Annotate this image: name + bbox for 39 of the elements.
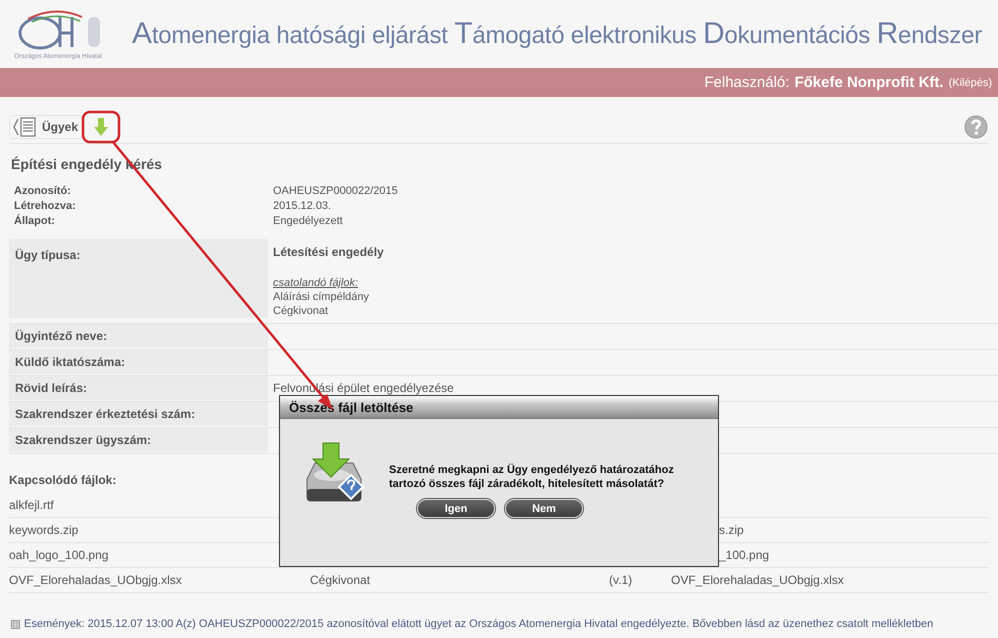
document-list-icon — [12, 116, 38, 138]
detail-value: Létesítési engedély — [273, 245, 384, 259]
dialog-message: Szeretné megkapni az Ügy engedélyező határozatához tartozó összes fájl záradékolt, hitelesített másolatát? — [389, 463, 675, 492]
grid-icon — [11, 620, 20, 628]
file-name: alkfejl.rtf — [9, 498, 54, 512]
back-button[interactable]: Ügyek — [9, 115, 84, 139]
field-value: 2015.12.03. — [273, 199, 332, 214]
file-name: oah_logo_100.png — [9, 548, 108, 562]
file-type: Cégkivonat — [310, 573, 370, 587]
highlight-outline — [82, 110, 120, 144]
files-heading: Kapcsolódó fájlok: — [9, 473, 116, 487]
detail-label: Ügy típusa: — [9, 239, 268, 319]
attachment-name: Aláírási címpéldány — [273, 291, 369, 303]
detail-label: Küldő iktatószáma: — [9, 350, 268, 375]
user-label: Felhasználó: — [704, 74, 790, 91]
dialog-button[interactable]: Nem — [505, 499, 583, 518]
file-version: (v.1) — [609, 573, 632, 587]
file-name: s.zip — [719, 523, 744, 537]
detail-label: Rövid leírás: — [9, 376, 268, 401]
user-name: Főkefe Nonprofit Kft. — [794, 74, 944, 91]
site-title: Atomenergia hatósági eljárást Támogató elektronikus Dokumentációs Rendszer — [132, 17, 982, 51]
detail-label: Szakrendszer ügyszám: — [9, 428, 268, 453]
attachments-heading: csatolandó fájlok: — [273, 276, 358, 290]
dialog-button[interactable]: Igen — [417, 499, 495, 518]
field-value: OAHEUSZP000022/2015 — [273, 184, 399, 199]
detail-label: Szakrendszer érkeztetési szám: — [9, 402, 268, 427]
field-label: Azonosító: — [14, 184, 72, 199]
file-name: OVF_Elorehaladas_UObgjg.xlsx — [671, 573, 844, 587]
dialog-title: Összes fájl letöltése — [280, 396, 718, 419]
field-label: Létrehozva: — [14, 199, 77, 214]
help-icon[interactable] — [964, 115, 988, 139]
file-name: OVF_Elorehaladas_UObgjg.xlsx — [9, 573, 182, 587]
file-name: _100.png — [719, 548, 770, 562]
events-text: Események: 2015.12.07 13:00 A(z) OAHEUSZP000022/2015 azonosítóval elátott ügyet az Országos Atomenergia Hivatal engedélyezte. Bővebben lásd az üzenethez csatolt mellékletben — [24, 618, 934, 630]
field-value: Engedélyezett — [273, 214, 344, 229]
file-name: keywords.zip — [9, 523, 78, 537]
field-label: Állapot: — [14, 214, 56, 229]
attachment-name: Cégkivonat — [273, 305, 328, 317]
detail-label: Ügyintéző neve: — [9, 324, 268, 349]
